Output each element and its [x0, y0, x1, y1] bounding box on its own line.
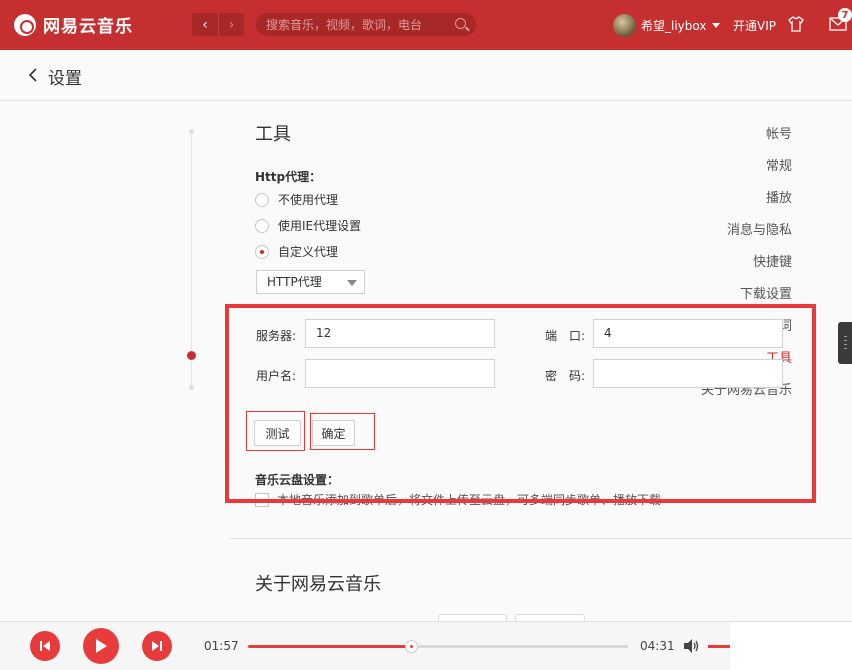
previous-track-button[interactable] [30, 631, 60, 661]
current-time: 01:57 [204, 639, 239, 653]
total-time: 04:31 [640, 639, 675, 653]
search-input[interactable] [266, 17, 446, 32]
back-nav-button[interactable]: ‹ [192, 13, 218, 36]
radio-no-proxy[interactable]: 不使用代理 [255, 191, 338, 208]
sidebar-dot [189, 129, 194, 134]
about-section-title: 关于网易云音乐 [255, 574, 381, 595]
search-icon[interactable] [455, 18, 466, 29]
app-logo[interactable]: 网易云音乐 [14, 12, 133, 37]
volume-icon[interactable] [682, 638, 700, 654]
radio-label: 自定义代理 [278, 245, 339, 259]
volume-slider[interactable] [708, 645, 730, 648]
previous-icon [40, 641, 50, 651]
progress-track[interactable] [248, 640, 628, 653]
annotation-highlight-box [225, 304, 816, 503]
settings-header: 设置 [0, 50, 852, 101]
sidebar-item-download[interactable]: 下载设置 [740, 283, 792, 302]
avatar[interactable] [613, 14, 636, 37]
sidebar-item-account[interactable]: 帐号 [766, 123, 792, 142]
sidebar-item-general[interactable]: 常规 [766, 155, 792, 174]
open-vip-link[interactable]: 开通VIP [733, 17, 776, 34]
search-box [256, 13, 476, 36]
proxy-type-value: HTTP代理 [267, 275, 322, 289]
radio-custom-proxy[interactable]: 自定义代理 [255, 243, 338, 260]
progress-knob[interactable] [405, 640, 419, 653]
top-bar: 网易云音乐 ‹ › 希望_liybox 开通VIP 7 [0, 0, 852, 50]
radio-ie-proxy[interactable]: 使用IE代理设置 [255, 217, 361, 234]
history-nav: ‹ › [192, 13, 244, 36]
sidebar-dot [189, 385, 194, 390]
proxy-type-select[interactable]: HTTP代理 [256, 270, 365, 294]
player-bar: 01:57 04:31 [0, 621, 852, 670]
http-proxy-label: Http代理： [255, 170, 322, 184]
back-arrow-icon[interactable] [26, 67, 40, 83]
redacted-area [730, 622, 852, 670]
progress-fill [248, 645, 412, 648]
radio-label: 不使用代理 [278, 193, 339, 207]
chevron-down-icon[interactable] [712, 23, 720, 28]
play-icon [96, 639, 107, 653]
sidebar-item-shortcuts[interactable]: 快捷键 [753, 251, 792, 270]
sidebar-rail [191, 130, 192, 388]
skin-shirt-icon[interactable] [787, 15, 805, 33]
app-name: 网易云音乐 [43, 17, 133, 37]
mail-count-badge: 7 [838, 8, 852, 22]
username-label[interactable]: 希望_liybox [641, 17, 706, 34]
forward-nav-button[interactable]: › [218, 13, 244, 36]
sidebar-active-dot [187, 351, 196, 360]
tools-section-title: 工具 [255, 124, 291, 145]
page-title: 设置 [48, 69, 82, 89]
sidebar-item-playback[interactable]: 播放 [766, 187, 792, 206]
radio-label: 使用IE代理设置 [278, 219, 362, 233]
next-icon [152, 641, 162, 651]
next-track-button[interactable] [142, 631, 172, 661]
sidebar-item-privacy[interactable]: 消息与隐私 [727, 219, 792, 238]
radio-button[interactable] [255, 218, 269, 233]
radio-button[interactable] [255, 192, 269, 207]
radio-button-checked[interactable] [255, 244, 269, 259]
section-divider [230, 538, 852, 539]
play-button[interactable] [83, 628, 119, 664]
dropdown-caret-icon [347, 280, 357, 286]
scrollbar-handle[interactable] [838, 322, 852, 364]
netease-logo-icon [14, 13, 36, 36]
